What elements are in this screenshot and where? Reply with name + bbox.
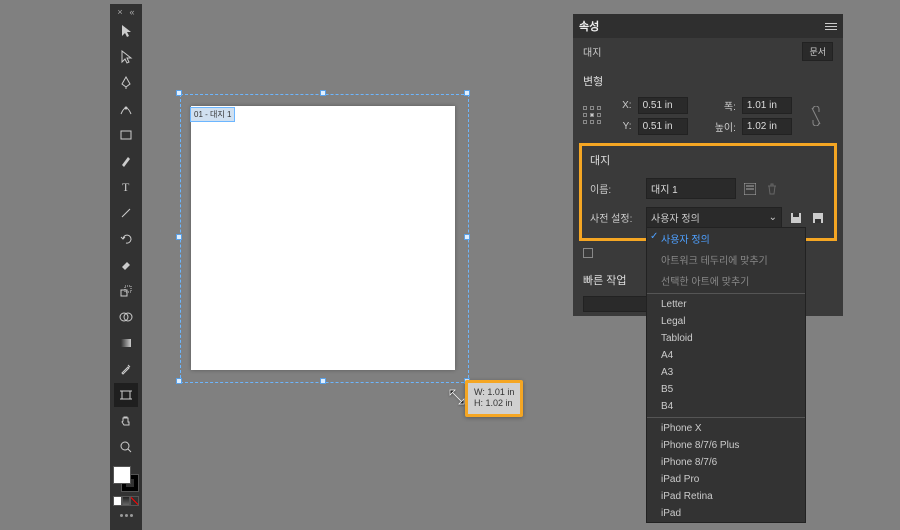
preset-option[interactable]: iPhone 8/7/6 Plus <box>647 437 805 454</box>
delete-preset-icon[interactable] <box>810 210 826 226</box>
resize-handle[interactable] <box>320 378 326 384</box>
delete-artboard-icon[interactable] <box>764 181 780 197</box>
preset-option[interactable]: Legal <box>647 313 805 330</box>
preset-dropdown[interactable]: 사용자 정의 ⌄ 사용자 정의 아트워크 테두리에 맞추기 선택한 아트에 맞추… <box>646 207 782 228</box>
preset-option[interactable]: 아트워크 테두리에 맞추기 <box>647 249 805 270</box>
panel-menu-icon[interactable] <box>825 23 837 30</box>
artboard-tool[interactable] <box>114 383 138 407</box>
name-label: 이름: <box>590 181 646 196</box>
w-label: 폭: <box>704 98 736 113</box>
fill-swatch[interactable] <box>113 466 131 484</box>
preset-option[interactable]: iPad Pro <box>647 471 805 488</box>
constrain-proportions-icon[interactable] <box>808 105 822 127</box>
hand-tool[interactable] <box>114 409 138 433</box>
direct-selection-tool[interactable] <box>114 45 138 69</box>
resize-handle[interactable] <box>320 90 326 96</box>
preset-options-list: 사용자 정의 아트워크 테두리에 맞추기 선택한 아트에 맞추기 Letter … <box>646 227 806 523</box>
rotate-tool[interactable] <box>114 227 138 251</box>
rectangle-tool[interactable] <box>114 123 138 147</box>
artboard-name-input[interactable]: 대지 1 <box>646 178 736 199</box>
x-label: X: <box>620 100 632 111</box>
move-artwork-checkbox[interactable] <box>583 248 593 258</box>
collapse-icon[interactable]: « <box>130 8 135 17</box>
type-tool[interactable]: T <box>114 175 138 199</box>
properties-panel: 속성 대지 문서 변형 X: 0.51 in 폭: 1.01 in Y: 0.5… <box>573 14 843 316</box>
preset-value: 사용자 정의 <box>651 210 700 225</box>
transform-heading: 변형 <box>573 65 843 93</box>
svg-text:T: T <box>122 180 130 194</box>
eraser-tool[interactable] <box>114 253 138 277</box>
subject-label: 대지 <box>583 44 601 59</box>
preset-option[interactable]: iPhone X <box>647 420 805 437</box>
artboard-options-icon[interactable] <box>742 181 758 197</box>
gradient-tool[interactable] <box>114 331 138 355</box>
close-icon[interactable]: × <box>117 8 122 17</box>
panel-title[interactable]: 속성 <box>579 18 599 34</box>
document-button[interactable]: 문서 <box>802 42 833 61</box>
w-input[interactable]: 1.01 in <box>742 97 792 114</box>
resize-handle[interactable] <box>176 90 182 96</box>
edit-toolbar[interactable] <box>116 514 136 524</box>
h-input[interactable]: 1.02 in <box>742 118 792 135</box>
preset-option[interactable]: B5 <box>647 381 805 398</box>
artboard-label[interactable]: 01 - 대지 1 <box>190 107 235 122</box>
preset-option[interactable]: Letter <box>647 296 805 313</box>
save-preset-icon[interactable] <box>788 210 804 226</box>
paintbrush-tool[interactable] <box>114 149 138 173</box>
preset-option[interactable]: iPad Retina <box>647 488 805 505</box>
line-tool[interactable] <box>114 201 138 225</box>
preset-option[interactable]: iPad <box>647 505 805 522</box>
x-input[interactable]: 0.51 in <box>638 97 688 114</box>
y-input[interactable]: 0.51 in <box>638 118 688 135</box>
preset-option[interactable]: B4 <box>647 398 805 415</box>
eyedropper-tool[interactable] <box>114 357 138 381</box>
resize-handle[interactable] <box>176 378 182 384</box>
preset-option[interactable]: 사용자 정의 <box>647 228 805 249</box>
preset-option[interactable]: A3 <box>647 364 805 381</box>
dimensions-tooltip: W: 1.01 in H: 1.02 in <box>465 380 523 417</box>
tools-panel: × « T <box>110 4 142 530</box>
artboard-section-highlight: 대지 이름: 대지 1 사전 설정: 사용자 정의 ⌄ 사용자 정의 아트워크 … <box>579 143 837 241</box>
chevron-down-icon: ⌄ <box>769 212 777 223</box>
tooltip-width: W: 1.01 in <box>474 387 514 398</box>
artboard-heading: 대지 <box>588 152 828 174</box>
artboard[interactable] <box>191 106 455 370</box>
scale-tool[interactable] <box>114 279 138 303</box>
resize-handle[interactable] <box>464 234 470 240</box>
pen-tool[interactable] <box>114 71 138 95</box>
tooltip-height: H: 1.02 in <box>474 398 514 409</box>
reference-point-control[interactable] <box>583 106 603 126</box>
resize-handle[interactable] <box>176 234 182 240</box>
preset-option[interactable]: iPhone 8/7/6 <box>647 454 805 471</box>
h-label: 높이: <box>704 119 736 134</box>
resize-handle[interactable] <box>464 90 470 96</box>
zoom-tool[interactable] <box>114 435 138 459</box>
fill-stroke-control[interactable] <box>113 466 139 492</box>
preset-option[interactable]: Tabloid <box>647 330 805 347</box>
preset-option[interactable]: A4 <box>647 347 805 364</box>
preset-option[interactable]: 선택한 아트에 맞추기 <box>647 270 805 291</box>
selection-tool[interactable] <box>114 19 138 43</box>
resize-cursor-icon <box>448 388 466 406</box>
shape-builder-tool[interactable] <box>114 305 138 329</box>
curvature-tool[interactable] <box>114 97 138 121</box>
y-label: Y: <box>620 121 632 132</box>
preset-label: 사전 설정: <box>590 210 646 225</box>
color-mode-row[interactable] <box>113 496 139 508</box>
